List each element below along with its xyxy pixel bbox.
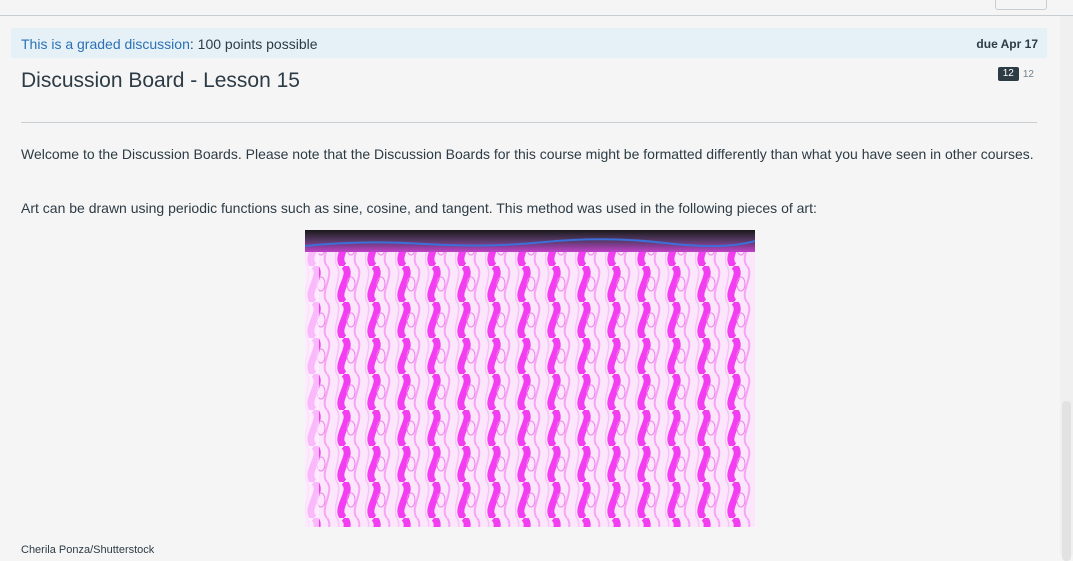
- reply-counts: 12 12: [997, 67, 1034, 81]
- art-paragraph: Art can be drawn using periodic function…: [21, 200, 817, 216]
- unread-count-badge: 12: [997, 67, 1019, 81]
- points-possible: : 100 points possible: [189, 36, 318, 52]
- graded-discussion-banner: This is a graded discussion: 100 points …: [11, 28, 1047, 58]
- due-date: due Apr 17: [976, 37, 1038, 51]
- intro-paragraph: Welcome to the Discussion Boards. Please…: [21, 146, 1034, 162]
- graded-info: This is a graded discussion: 100 points …: [21, 36, 318, 52]
- image-credit: Cherila Ponza/Shutterstock: [21, 544, 155, 556]
- toolbar-button[interactable]: [995, 0, 1047, 10]
- scrollbar-track[interactable]: [1060, 16, 1073, 561]
- top-toolbar: [0, 0, 1073, 16]
- discussion-title: Discussion Board - Lesson 15: [21, 69, 300, 92]
- discussion-content: This is a graded discussion: 100 points …: [11, 16, 1047, 556]
- divider: [21, 122, 1037, 123]
- total-reply-count: 12: [1022, 68, 1034, 80]
- graded-discussion-link[interactable]: This is a graded discussion: [21, 36, 190, 52]
- scrollbar-thumb[interactable]: [1062, 401, 1071, 561]
- periodic-art-image: [305, 230, 755, 527]
